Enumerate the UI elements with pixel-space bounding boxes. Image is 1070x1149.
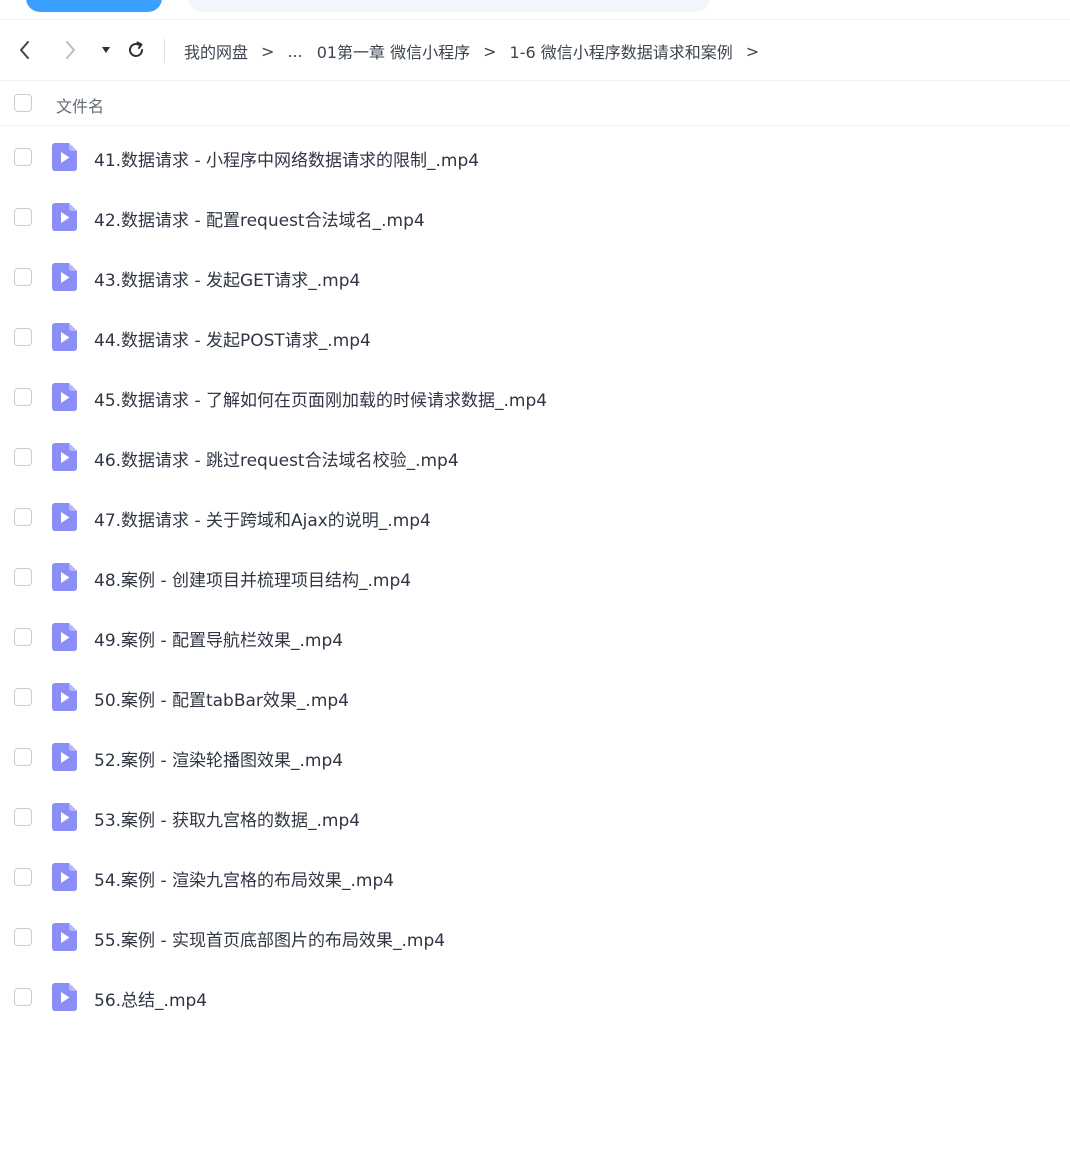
file-name[interactable]: 50.案例 - 配置tabBar效果_.mp4 xyxy=(94,686,349,711)
breadcrumb-separator: > xyxy=(483,41,497,61)
file-checkbox[interactable] xyxy=(14,508,32,526)
file-checkbox[interactable] xyxy=(14,868,32,886)
file-row[interactable]: 42.数据请求 - 配置request合法域名_.mp4 xyxy=(0,186,1070,246)
file-checkbox[interactable] xyxy=(14,748,32,766)
file-name[interactable]: 43.数据请求 - 发起GET请求_.mp4 xyxy=(94,266,360,291)
file-checkbox[interactable] xyxy=(14,148,32,166)
file-checkbox[interactable] xyxy=(14,268,32,286)
file-row[interactable]: 56.总结_.mp4 xyxy=(0,966,1070,1026)
breadcrumb-root[interactable]: 我的网盘 xyxy=(184,39,248,63)
file-checkbox[interactable] xyxy=(14,808,32,826)
file-checkbox[interactable] xyxy=(14,448,32,466)
file-row[interactable]: 53.案例 - 获取九宫格的数据_.mp4 xyxy=(0,786,1070,846)
file-checkbox[interactable] xyxy=(14,688,32,706)
list-header: 文件名 xyxy=(0,81,1070,126)
video-file-icon xyxy=(52,323,77,351)
video-file-icon xyxy=(52,563,77,591)
file-row[interactable]: 47.数据请求 - 关于跨域和Ajax的说明_.mp4 xyxy=(0,486,1070,546)
video-file-icon xyxy=(52,383,77,411)
column-header-filename[interactable]: 文件名 xyxy=(56,93,104,117)
breadcrumb-separator: > xyxy=(745,41,760,61)
file-row[interactable]: 55.案例 - 实现首页底部图片的布局效果_.mp4 xyxy=(0,906,1070,966)
video-file-icon xyxy=(52,983,77,1011)
video-file-icon xyxy=(52,503,77,531)
video-file-icon xyxy=(52,683,77,711)
caret-down-icon[interactable] xyxy=(94,38,118,62)
file-row[interactable]: 46.数据请求 - 跳过request合法域名校验_.mp4 xyxy=(0,426,1070,486)
navigation-bar: 我的网盘 > ... 01第一章 微信小程序 > 1-6 微信小程序数据请求和案… xyxy=(0,20,1070,81)
breadcrumb: 我的网盘 > ... 01第一章 微信小程序 > 1-6 微信小程序数据请求和案… xyxy=(184,39,772,63)
video-file-icon xyxy=(52,623,77,651)
video-file-icon xyxy=(52,203,77,231)
file-name[interactable]: 47.数据请求 - 关于跨域和Ajax的说明_.mp4 xyxy=(94,506,431,531)
file-row[interactable]: 41.数据请求 - 小程序中网络数据请求的限制_.mp4 xyxy=(0,126,1070,186)
file-name[interactable]: 44.数据请求 - 发起POST请求_.mp4 xyxy=(94,326,371,351)
file-row[interactable]: 49.案例 - 配置导航栏效果_.mp4 xyxy=(0,606,1070,666)
file-row[interactable]: 50.案例 - 配置tabBar效果_.mp4 xyxy=(0,666,1070,726)
file-name[interactable]: 52.案例 - 渲染轮播图效果_.mp4 xyxy=(94,746,343,771)
file-checkbox[interactable] xyxy=(14,628,32,646)
file-checkbox[interactable] xyxy=(14,208,32,226)
top-toolbar xyxy=(0,0,1070,20)
video-file-icon xyxy=(52,743,77,771)
file-row[interactable]: 44.数据请求 - 发起POST请求_.mp4 xyxy=(0,306,1070,366)
file-list: 41.数据请求 - 小程序中网络数据请求的限制_.mp4 42.数据请求 - 配置… xyxy=(0,126,1070,1026)
file-checkbox[interactable] xyxy=(14,928,32,946)
video-file-icon xyxy=(52,263,77,291)
file-row[interactable]: 45.数据请求 - 了解如何在页面刚加载的时候请求数据_.mp4 xyxy=(0,366,1070,426)
refresh-icon[interactable] xyxy=(124,38,148,62)
file-name[interactable]: 41.数据请求 - 小程序中网络数据请求的限制_.mp4 xyxy=(94,146,479,171)
file-name[interactable]: 55.案例 - 实现首页底部图片的布局效果_.mp4 xyxy=(94,926,445,951)
video-file-icon xyxy=(52,443,77,471)
breadcrumb-chapter[interactable]: 01第一章 微信小程序 xyxy=(317,39,470,63)
file-checkbox[interactable] xyxy=(14,568,32,586)
file-checkbox[interactable] xyxy=(14,388,32,406)
file-name[interactable]: 49.案例 - 配置导航栏效果_.mp4 xyxy=(94,626,343,651)
file-name[interactable]: 54.案例 - 渲染九宫格的布局效果_.mp4 xyxy=(94,866,394,891)
select-all-checkbox[interactable] xyxy=(14,94,32,112)
file-checkbox[interactable] xyxy=(14,988,32,1006)
search-input[interactable] xyxy=(188,0,710,12)
file-name[interactable]: 56.总结_.mp4 xyxy=(94,986,207,1011)
file-name[interactable]: 45.数据请求 - 了解如何在页面刚加载的时候请求数据_.mp4 xyxy=(94,386,547,411)
breadcrumb-separator: > xyxy=(261,41,275,61)
file-name[interactable]: 42.数据请求 - 配置request合法域名_.mp4 xyxy=(94,206,425,231)
breadcrumb-current[interactable]: 1-6 微信小程序数据请求和案例 xyxy=(510,39,733,63)
chevron-right-icon[interactable] xyxy=(58,38,82,62)
video-file-icon xyxy=(52,923,77,951)
file-checkbox[interactable] xyxy=(14,328,32,346)
breadcrumb-ellipsis[interactable]: ... xyxy=(287,42,302,61)
toolbar-divider xyxy=(164,39,165,63)
file-row[interactable]: 52.案例 - 渲染轮播图效果_.mp4 xyxy=(0,726,1070,786)
file-name[interactable]: 48.案例 - 创建项目并梳理项目结构_.mp4 xyxy=(94,566,411,591)
video-file-icon xyxy=(52,803,77,831)
chevron-left-icon[interactable] xyxy=(13,38,37,62)
file-row[interactable]: 48.案例 - 创建项目并梳理项目结构_.mp4 xyxy=(0,546,1070,606)
file-row[interactable]: 43.数据请求 - 发起GET请求_.mp4 xyxy=(0,246,1070,306)
primary-action-button[interactable] xyxy=(26,0,162,12)
video-file-icon xyxy=(52,143,77,171)
file-name[interactable]: 53.案例 - 获取九宫格的数据_.mp4 xyxy=(94,806,360,831)
file-name[interactable]: 46.数据请求 - 跳过request合法域名校验_.mp4 xyxy=(94,446,459,471)
video-file-icon xyxy=(52,863,77,891)
file-row[interactable]: 54.案例 - 渲染九宫格的布局效果_.mp4 xyxy=(0,846,1070,906)
